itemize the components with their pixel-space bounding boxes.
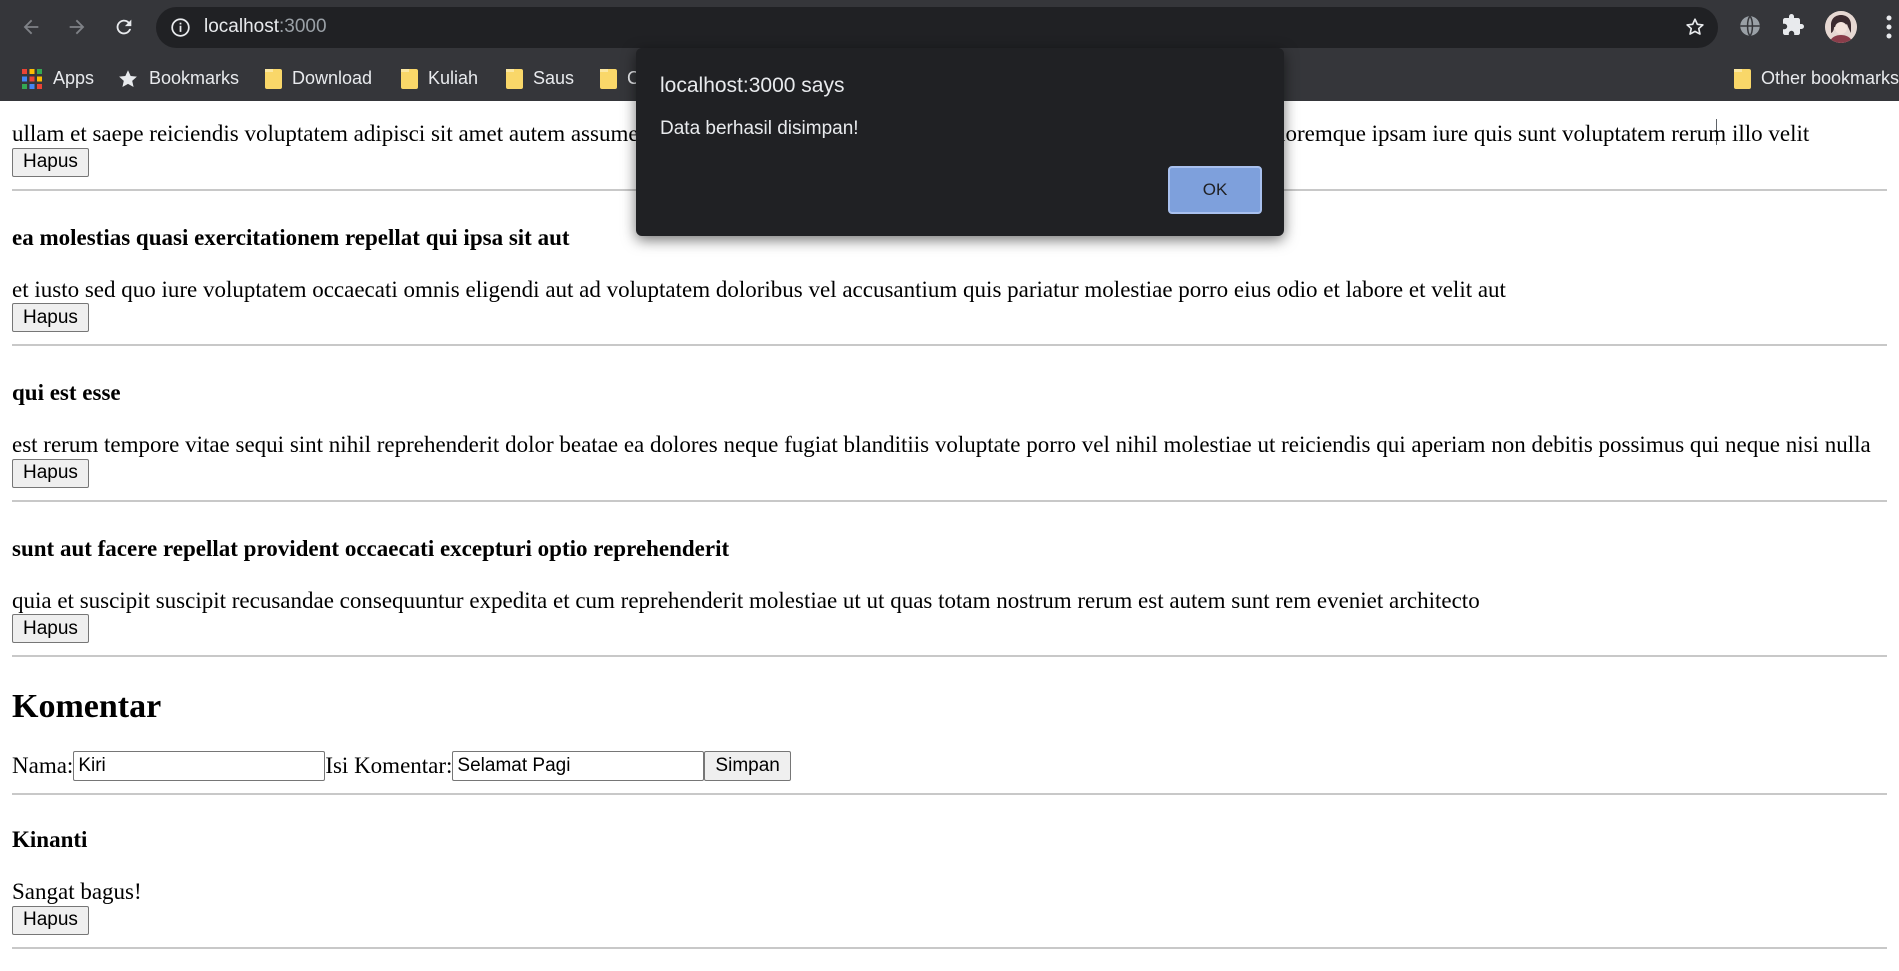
forward-button[interactable]: [62, 12, 92, 42]
comment-form: Nama: Isi Komentar: Simpan: [12, 749, 1887, 783]
bookmark-label: Other bookmarks: [1761, 68, 1899, 88]
folder-icon: [265, 68, 282, 89]
alert-dialog: localhost:3000 says Data berhasil disimp…: [636, 48, 1284, 236]
url-text: localhost:3000: [204, 16, 327, 38]
extensions-puzzle-icon[interactable]: [1781, 13, 1805, 42]
back-button[interactable]: [16, 12, 46, 42]
name-label: Nama:: [12, 753, 74, 778]
bookmark-apps[interactable]: Apps: [21, 56, 94, 101]
bookmark-other[interactable]: Other bookmarks: [1734, 56, 1899, 101]
post-item: qui est esse est rerum tempore vitae seq…: [12, 378, 1887, 502]
folder-icon: [506, 68, 523, 89]
bookmark-c[interactable]: C: [600, 56, 640, 101]
bookmark-label: Kuliah: [428, 68, 479, 88]
post-item: sunt aut facere repellat provident occae…: [12, 534, 1887, 657]
comment-label: Isi Komentar:: [325, 753, 453, 778]
bookmark-label: Apps: [53, 68, 95, 88]
divider: [12, 793, 1887, 795]
komentar-heading: Komentar: [12, 688, 162, 725]
post-title: qui est esse: [12, 380, 121, 405]
browser-menu-icon[interactable]: [1885, 14, 1893, 45]
ok-button[interactable]: OK: [1168, 166, 1262, 214]
delete-button[interactable]: Hapus: [12, 303, 89, 332]
bookmark-star-icon[interactable]: [1684, 16, 1706, 43]
forward-arrow-icon: [69, 19, 85, 35]
folder-icon: [1734, 68, 1751, 89]
post-item: ea molestias quasi exercitationem repell…: [12, 223, 1887, 346]
bookmark-download[interactable]: Download: [265, 56, 372, 101]
folder-icon: [600, 68, 617, 89]
url-host: localhost: [204, 16, 279, 37]
globe-extension-icon[interactable]: [1737, 13, 1763, 44]
delete-button[interactable]: Hapus: [12, 147, 89, 177]
divider: [12, 946, 1887, 949]
reload-button[interactable]: [109, 12, 139, 42]
post-body-left: ullam et saepe reiciendis voluptatem adi…: [12, 121, 639, 146]
bookmark-label: Saus: [533, 68, 575, 88]
bookmark-label: Download: [292, 68, 373, 88]
star-icon: [117, 68, 139, 90]
bookmark-label: Bookmarks: [149, 68, 240, 88]
bookmark-kuliah[interactable]: Kuliah: [401, 56, 478, 101]
post-body: et iusto sed quo iure voluptatem occaeca…: [12, 276, 1506, 302]
divider: [12, 655, 1887, 657]
post-body: quia et suscipit suscipit recusandae con…: [12, 587, 1480, 613]
folder-icon: [401, 68, 418, 89]
comment-author: Kinanti: [12, 827, 88, 852]
divider: [12, 344, 1887, 346]
comment-text: Sangat bagus!: [12, 879, 142, 904]
delete-button[interactable]: Hapus: [12, 614, 89, 643]
post-body: est rerum tempore vitae sequi sint nihil…: [12, 432, 1871, 457]
back-arrow-icon: [23, 19, 39, 35]
url-port: :3000: [279, 16, 327, 37]
dialog-title: localhost:3000 says: [660, 74, 845, 97]
post-body-right: loremque ipsam iure quis sunt voluptatem…: [1279, 121, 1810, 146]
name-input[interactable]: [73, 751, 326, 781]
site-info-icon[interactable]: [170, 17, 191, 43]
profile-avatar[interactable]: [1825, 11, 1857, 43]
apps-grid-icon: [21, 68, 43, 90]
reload-icon: [116, 19, 132, 35]
dialog-message: Data berhasil disimpan!: [660, 118, 859, 139]
address-bar[interactable]: localhost:3000: [156, 7, 1718, 48]
bookmark-saus[interactable]: Saus: [506, 56, 574, 101]
divider: [12, 499, 1887, 502]
save-button[interactable]: Simpan: [704, 751, 791, 781]
delete-button[interactable]: Hapus: [12, 905, 89, 935]
comment-input[interactable]: [452, 751, 705, 781]
post-title: sunt aut facere repellat provident occae…: [12, 535, 730, 561]
comment-item: Kinanti Sangat bagus! Hapus: [12, 825, 1887, 949]
delete-button[interactable]: Hapus: [12, 458, 89, 488]
bookmark-bookmarks[interactable]: Bookmarks: [117, 56, 239, 101]
